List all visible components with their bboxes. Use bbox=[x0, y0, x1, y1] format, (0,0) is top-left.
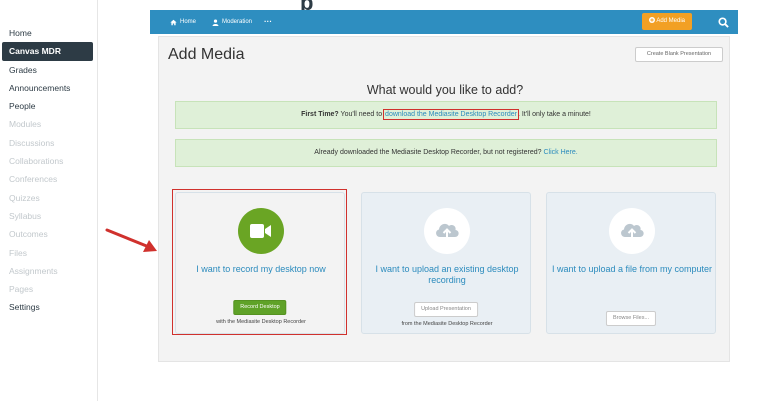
sidebar-item-announcements[interactable]: Announcements bbox=[0, 79, 97, 97]
add-media-label: Add Media bbox=[656, 18, 686, 24]
user-icon bbox=[212, 18, 219, 26]
mediasite-header: Home Moderation ··· Add Media bbox=[150, 10, 738, 34]
upload-file-card[interactable]: I want to upload a file from my computer… bbox=[546, 192, 716, 334]
question-heading: What would you like to add? bbox=[366, 83, 524, 97]
add-media-button[interactable]: Add Media bbox=[642, 13, 692, 30]
registration-banner: Already downloaded the Mediasite Desktop… bbox=[175, 139, 717, 167]
upload-presentation-button[interactable]: Upload Presentation bbox=[414, 302, 478, 317]
sidebar-item-syllabus[interactable]: Syllabus bbox=[0, 207, 97, 225]
upload-recording-note: from the Mediasite Desktop Recorder bbox=[401, 321, 493, 327]
sidebar-item-canvas-mdr[interactable]: Canvas MDR bbox=[2, 42, 93, 61]
sidebar-item-files[interactable]: Files bbox=[0, 244, 97, 262]
upload-file-text: I want to upload a file from my computer bbox=[551, 264, 713, 274]
sidebar-item-home[interactable]: Home bbox=[0, 24, 97, 42]
sidebar-item-modules[interactable]: Modules bbox=[0, 115, 97, 133]
download-recorder-link[interactable]: download the Mediasite Desktop Recorder bbox=[383, 109, 519, 120]
page: p Home Canvas MDR Grades Announcements P… bbox=[0, 0, 780, 401]
plus-circle-icon bbox=[648, 17, 655, 23]
first-time-text: You'll need to bbox=[338, 111, 385, 118]
search-icon bbox=[717, 17, 729, 29]
nav-moderation[interactable]: Moderation bbox=[212, 10, 252, 34]
upload-file-icon-circle bbox=[609, 208, 655, 254]
search-button[interactable] bbox=[713, 10, 733, 34]
first-time-lead: First Time? bbox=[301, 111, 339, 118]
sidebar-item-outcomes[interactable]: Outcomes bbox=[0, 225, 97, 243]
registration-text: Already downloaded the Mediasite Desktop… bbox=[314, 149, 544, 156]
create-blank-presentation-button[interactable]: Create Blank Presentation bbox=[635, 47, 723, 62]
page-title: Add Media bbox=[168, 46, 245, 63]
cloud-upload-icon bbox=[621, 223, 644, 239]
home-icon bbox=[170, 19, 177, 25]
sidebar-item-conferences[interactable]: Conferences bbox=[0, 170, 97, 188]
highlight-box bbox=[172, 189, 347, 335]
browse-files-button[interactable]: Browse Files... bbox=[605, 311, 657, 326]
sidebar-item-grades[interactable]: Grades bbox=[0, 61, 97, 79]
upload-recording-text: I want to upload an existing desktop rec… bbox=[375, 264, 519, 285]
click-here-link[interactable]: Click Here. bbox=[543, 149, 577, 156]
sidebar-item-pages[interactable]: Pages bbox=[0, 280, 97, 298]
sidebar-item-people[interactable]: People bbox=[0, 97, 97, 115]
first-time-text-after: . It'll only take a minute! bbox=[517, 111, 591, 118]
sidebar-item-assignments[interactable]: Assignments bbox=[0, 262, 97, 280]
sidebar-item-settings[interactable]: Settings bbox=[0, 298, 97, 316]
course-sidebar: Home Canvas MDR Grades Announcements Peo… bbox=[0, 0, 98, 401]
nav-moderation-label: Moderation bbox=[222, 19, 253, 25]
sidebar-item-collaborations[interactable]: Collaborations bbox=[0, 152, 97, 170]
upload-recording-card[interactable]: I want to upload an existing desktop rec… bbox=[361, 192, 531, 334]
nav-home[interactable]: Home bbox=[170, 10, 196, 34]
cloud-upload-icon bbox=[436, 223, 459, 239]
first-time-banner: First Time? You'll need to download the … bbox=[175, 101, 717, 129]
sidebar-item-quizzes[interactable]: Quizzes bbox=[0, 189, 97, 207]
upload-icon-circle bbox=[424, 208, 470, 254]
red-arrow-icon bbox=[105, 228, 157, 252]
sidebar-item-discussions[interactable]: Discussions bbox=[0, 134, 97, 152]
nav-more-menu[interactable]: ··· bbox=[264, 10, 272, 34]
nav-home-label: Home bbox=[180, 19, 197, 25]
